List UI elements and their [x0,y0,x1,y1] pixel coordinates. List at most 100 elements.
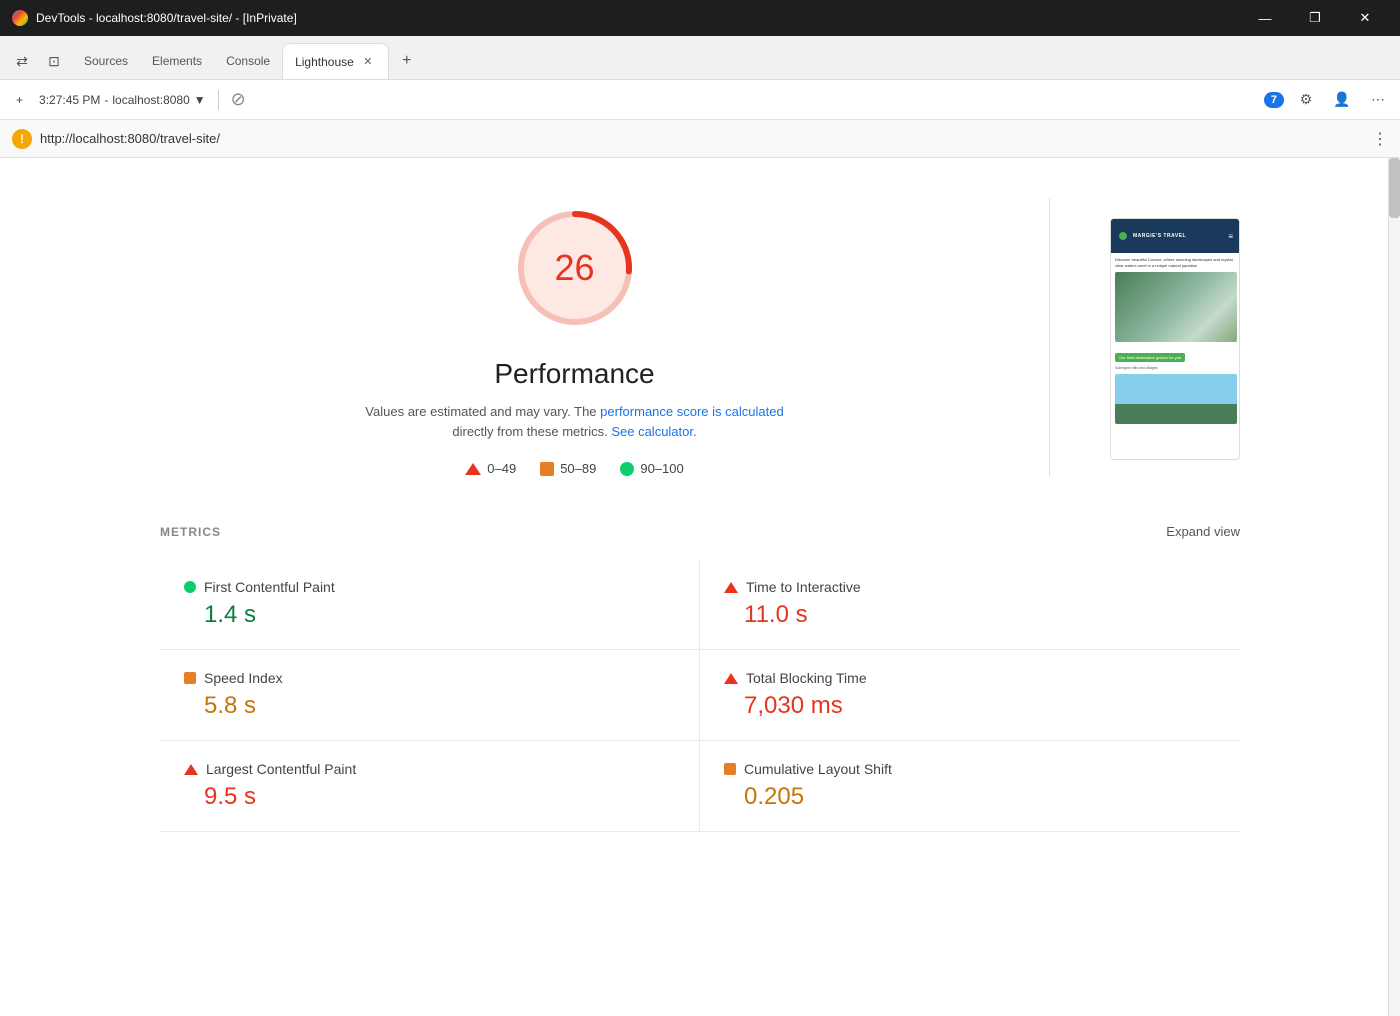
legend-mid-label: 50–89 [560,461,596,476]
metric-tbt: Total Blocking Time 7,030 ms [700,650,1240,741]
metric-cls-icon [724,763,736,775]
ss-bottom-image [1115,374,1237,424]
more-button[interactable]: ⋯ [1364,86,1392,114]
toolbar-divider [218,90,219,110]
metric-tbt-value: 7,030 ms [744,692,1216,720]
metric-cls: Cumulative Layout Shift 0.205 [700,741,1240,832]
ss-hero-image [1115,272,1237,342]
section-divider [1049,198,1050,476]
stop-button[interactable]: ⊘ [231,89,246,110]
score-number: 26 [554,247,594,289]
address-url[interactable]: http://localhost:8080/travel-site/ [40,131,220,146]
user-button[interactable]: 👤 [1328,86,1356,114]
ss-logo [1119,232,1127,240]
metrics-section: METRICS Expand view First Contentful Pai… [160,524,1240,832]
metric-fcp-value: 1.4 s [204,601,675,629]
browser-icon [12,10,28,26]
tab-sources-label: Sources [84,54,128,68]
timestamp-area: 3:27:45 PM - localhost:8080 ▼ [39,93,206,107]
score-legend: 0–49 50–89 90–100 [465,461,683,476]
metric-lcp-label: Largest Contentful Paint [206,761,356,777]
metric-si-label: Speed Index [204,670,283,686]
screenshot-mockup: MARGIE'S TRAVEL ≡ Discover beautiful Cor… [1111,219,1240,459]
scrollbar-thumb[interactable] [1389,158,1400,218]
ss-menu-icon: ≡ [1228,232,1233,241]
titlebar-controls: — ❐ ✕ [1242,0,1388,36]
ss-cta-button: Our best destination guides for you [1115,353,1185,362]
metric-lcp-value: 9.5 s [204,783,675,811]
metric-lcp-name-row: Largest Contentful Paint [184,761,675,777]
legend-high-icon [620,462,634,476]
new-tab-button[interactable]: + [8,89,31,111]
metric-tti: Time to Interactive 11.0 s [700,559,1240,650]
desc-text1: Values are estimated and may vary. The [365,404,596,419]
desc-text2: directly from these metrics. [452,424,607,439]
back-forward-button[interactable]: ⇄ [8,47,36,75]
titlebar-left: DevTools - localhost:8080/travel-site/ -… [12,10,297,26]
metric-si-icon [184,672,196,684]
close-button[interactable]: ✕ [1342,0,1388,36]
tab-elements[interactable]: Elements [140,43,214,79]
ss-hero-text: Discover beautiful Corcise, where stunni… [1115,257,1237,268]
metric-fcp-icon [184,581,196,593]
tab-lighthouse[interactable]: Lighthouse ✕ [282,43,389,79]
legend-high-label: 90–100 [640,461,683,476]
metric-tti-icon [724,582,738,593]
restore-button[interactable]: ❐ [1292,0,1338,36]
calculator-link[interactable]: See calculator. [611,424,696,439]
metrics-title: METRICS [160,525,221,539]
ss-site-name: MARGIE'S TRAVEL [1133,233,1186,239]
score-gauge-container: 26 [505,198,645,338]
devtools-right: 7 ⚙ 👤 ⋯ [1264,86,1392,114]
tab-elements-label: Elements [152,54,202,68]
metric-fcp-label: First Contentful Paint [204,579,335,595]
legend-mid-icon [540,462,554,476]
metric-lcp-icon [184,764,198,775]
tab-console[interactable]: Console [214,43,282,79]
dropdown-icon[interactable]: ▼ [194,93,206,107]
tab-sources[interactable]: Sources [72,43,140,79]
ss-header: MARGIE'S TRAVEL ≡ [1111,219,1240,253]
metric-tti-label: Time to Interactive [746,579,861,595]
legend-low-label: 0–49 [487,461,516,476]
metric-cls-name-row: Cumulative Layout Shift [724,761,1216,777]
metric-cls-label: Cumulative Layout Shift [744,761,892,777]
metric-fcp: First Contentful Paint 1.4 s [160,559,700,650]
legend-mid: 50–89 [540,461,596,476]
main-content: 26 Performance Values are estimated and … [0,158,1400,1016]
tab-lighthouse-close[interactable]: ✕ [360,54,376,70]
legend-high: 90–100 [620,461,683,476]
scrollbar-track[interactable] [1388,158,1400,1016]
legend-low-icon [465,463,481,475]
device-toolbar-button[interactable]: ⊡ [40,47,68,75]
address-more-button[interactable]: ⋮ [1372,129,1388,149]
lighthouse-panel: 26 Performance Values are estimated and … [100,158,1300,872]
perf-score-link[interactable]: performance score is calculated [600,404,784,419]
timestamp: 3:27:45 PM [39,93,100,107]
metrics-header: METRICS Expand view [160,524,1240,539]
host: localhost:8080 [112,93,189,107]
tab-add-button[interactable]: + [393,47,421,75]
tabbar: ⇄ ⊡ Sources Elements Console Lighthouse … [0,36,1400,80]
metric-si-value: 5.8 s [204,692,675,720]
metric-cls-value: 0.205 [744,783,1216,811]
tab-console-label: Console [226,54,270,68]
titlebar: DevTools - localhost:8080/travel-site/ -… [0,0,1400,36]
tab-lighthouse-label: Lighthouse [295,55,354,69]
notification-badge[interactable]: 7 [1264,92,1284,108]
minimize-button[interactable]: — [1242,0,1288,36]
performance-title: Performance [494,358,654,390]
metric-tbt-icon [724,673,738,684]
ss-bottom-text: Subregion hills and villages [1115,366,1237,371]
score-section: 26 Performance Values are estimated and … [160,198,1240,476]
expand-view-button[interactable]: Expand view [1166,524,1240,539]
addressbar: ! http://localhost:8080/travel-site/ ⋮ [0,120,1400,158]
metric-tbt-name-row: Total Blocking Time [724,670,1216,686]
metric-si-name-row: Speed Index [184,670,675,686]
metric-tbt-label: Total Blocking Time [746,670,867,686]
metric-tti-value: 11.0 s [744,601,1216,629]
ss-body: Discover beautiful Corcise, where stunni… [1111,253,1240,428]
dash: - [104,93,108,107]
security-icon: ! [12,129,32,149]
settings-button[interactable]: ⚙ [1292,86,1320,114]
